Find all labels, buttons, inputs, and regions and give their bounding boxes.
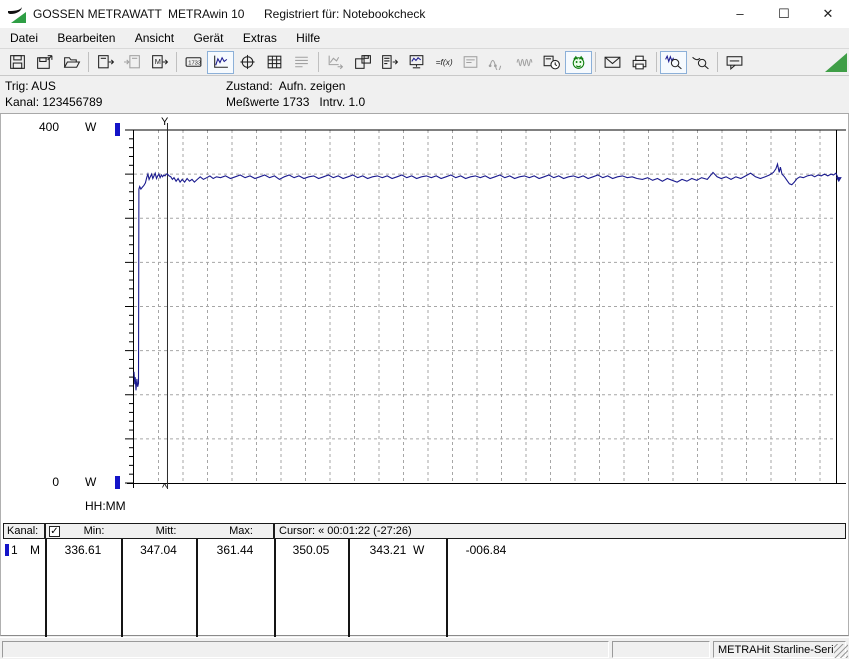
metrawatt-triangle-logo: [825, 52, 847, 72]
value-min: 336.61: [64, 543, 102, 557]
minimize-button[interactable]: –: [718, 0, 762, 28]
toolbar-separator: [318, 52, 319, 72]
mail-icon[interactable]: [599, 51, 626, 74]
menu-ansicht[interactable]: Ansicht: [127, 28, 182, 49]
toolbar-separator: [717, 52, 718, 72]
zoom-waveform-icon[interactable]: [660, 50, 687, 74]
status-bar: METRAHit Starline-Seri: [0, 637, 849, 659]
channel-color-marker-bottom: [115, 476, 120, 489]
title-company: GOSSEN METRAWATT: [33, 7, 162, 21]
title-registered: Registriert für: Notebookcheck: [264, 7, 426, 21]
status-panel-main: [2, 641, 609, 658]
chart-export-icon: [322, 51, 349, 74]
device-read-icon[interactable]: [92, 51, 119, 74]
channel-number: 1: [11, 543, 18, 557]
title-bar: GOSSEN METRAWATT METRAwin 10 Registriert…: [0, 0, 849, 28]
toolbar-separator: [656, 52, 657, 72]
watchdog-icon[interactable]: [565, 50, 592, 74]
power-trace: [133, 162, 840, 391]
statistics-view-icon: [288, 51, 315, 74]
open-icon[interactable]: [58, 51, 85, 74]
title-product: METRAwin 10: [168, 7, 245, 21]
value-cursor-b: 343.21 W: [369, 543, 425, 557]
cursor-top-marker[interactable]: Y: [161, 116, 168, 128]
value-cursor-a: 350.05: [292, 543, 330, 557]
xy-chart-icon[interactable]: [234, 51, 261, 74]
channel-visible-checkbox[interactable]: ✓: [49, 526, 60, 537]
save-as-icon[interactable]: [31, 51, 58, 74]
status-panel-mid: [612, 641, 710, 658]
device-write-icon: [119, 51, 146, 74]
menu-datei[interactable]: Datei: [2, 28, 46, 49]
cursor-bottom-marker[interactable]: ^: [162, 482, 167, 494]
toolbar-separator: [88, 52, 89, 72]
sample-count: Meßwerte 1733 Intrv. 1.0: [226, 95, 366, 109]
header-min: Min:: [83, 525, 105, 537]
menu-extras[interactable]: Extras: [235, 28, 285, 49]
toolbar-separator: [176, 52, 177, 72]
wave-multi-icon: [511, 51, 538, 74]
state-status: Zustand: Aufn. zeigen: [226, 79, 346, 93]
statistics-table: Kanal: ✓ Min: Mitt: Max: Cursor: « 00:01…: [0, 522, 849, 655]
header-cursor: Cursor: « 00:01:22 (-27:26): [274, 523, 846, 539]
svg-text:1733: 1733: [188, 60, 201, 66]
y-axis-min-label: 0: [52, 475, 59, 489]
maximize-button[interactable]: ☐: [762, 0, 806, 28]
channel-color-bar: [5, 544, 9, 556]
formula-icon[interactable]: =f(x): [430, 51, 457, 74]
channel-mode: M: [30, 543, 40, 557]
device-save-icon[interactable]: [349, 51, 376, 74]
channel-color-marker-top: [115, 123, 120, 136]
numeric-display-icon[interactable]: 1733: [180, 51, 207, 74]
toolbar-separator: [595, 52, 596, 72]
menu-bar: Datei Bearbeiten Ansicht Gerät Extras Hi…: [0, 28, 849, 49]
timer-icon[interactable]: [538, 51, 565, 74]
menu-hilfe[interactable]: Hilfe: [288, 28, 328, 49]
y-axis-max-label: 400: [38, 120, 59, 134]
menu-bearbeiten[interactable]: Bearbeiten: [49, 28, 123, 49]
svg-text:=f(x): =f(x): [436, 57, 453, 67]
close-button[interactable]: ✕: [806, 0, 849, 28]
trigger-status: Trig: AUS: [5, 79, 56, 93]
device-config-icon: [457, 51, 484, 74]
device-monitor-icon[interactable]: [403, 51, 430, 74]
channel-list: Kanal: 123456789: [5, 95, 103, 109]
menu-geraet[interactable]: Gerät: [185, 28, 231, 49]
app-icon: [8, 5, 26, 23]
yt-chart-icon[interactable]: [207, 50, 234, 74]
value-mitt: 347.04: [140, 543, 177, 557]
header-kanal: Kanal:: [3, 523, 45, 539]
metrawin-window: GOSSEN METRAWATT METRAwin 10 Registriert…: [0, 0, 849, 659]
zoom-mode-icon[interactable]: [687, 51, 714, 74]
y-axis-unit-top: W: [85, 120, 97, 134]
value-max: 361.44: [216, 543, 254, 557]
info-panel: Trig: AUS Kanal: 123456789 Zustand: Aufn…: [0, 76, 849, 114]
comment-icon[interactable]: [721, 51, 748, 74]
print-icon[interactable]: [626, 51, 653, 74]
power-chart[interactable]: [1, 114, 849, 522]
value-delta: -006.84: [465, 543, 507, 557]
status-panel-device: METRAHit Starline-Seri: [713, 641, 846, 658]
header-mitt: Mitt:: [155, 525, 177, 537]
table-view-icon[interactable]: [261, 51, 288, 74]
y-axis-unit-bottom: W: [85, 475, 97, 489]
x-axis-labels: 00:0000:0500:1000:1500:2000:25: [1, 497, 849, 515]
wave-single-icon: [484, 51, 511, 74]
header-minmax: ✓ Min: Mitt: Max:: [45, 523, 274, 539]
chart-panel: 400 W 0 W Y ^ HH:MM 00:0000:0500:1000:15…: [0, 114, 849, 522]
svg-text:M: M: [155, 57, 161, 66]
memory-read-icon[interactable]: M: [146, 51, 173, 74]
device-list-icon[interactable]: [376, 51, 403, 74]
header-max: Max:: [229, 525, 253, 537]
toolbar: M 1733 =f(x): [0, 49, 849, 76]
save-icon[interactable]: [4, 51, 31, 74]
resize-grip[interactable]: [834, 644, 848, 658]
